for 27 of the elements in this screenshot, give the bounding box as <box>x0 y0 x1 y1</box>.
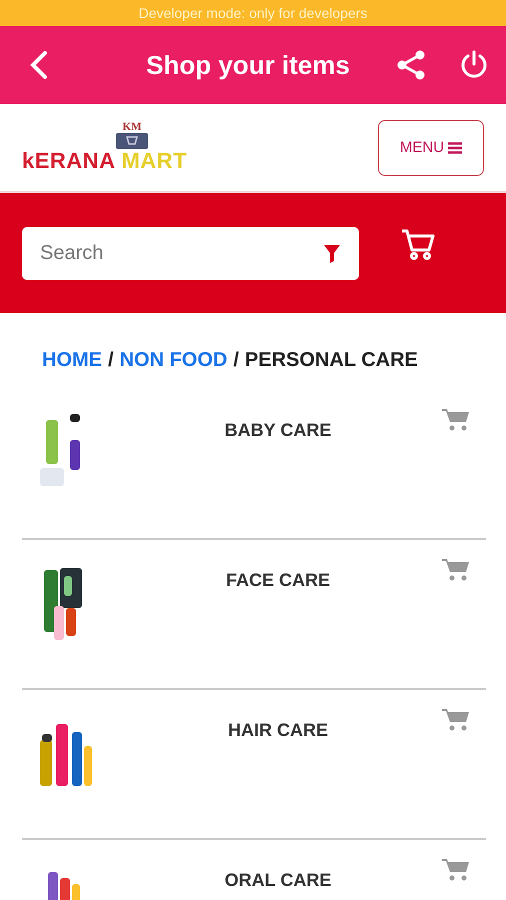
menu-button[interactable]: MENU <box>378 120 484 176</box>
breadcrumb-link[interactable]: HOME <box>42 349 102 390</box>
add-to-cart-icon[interactable] <box>442 708 470 732</box>
breadcrumb-separator: / <box>233 349 239 373</box>
breadcrumb-separator: / <box>108 349 114 373</box>
category-name[interactable]: FACE CARE <box>114 540 442 688</box>
brand-name: kERANA <box>22 149 116 173</box>
breadcrumb-current: PERSONAL CARE <box>244 349 418 373</box>
share-icon[interactable] <box>396 50 426 80</box>
filter-icon[interactable] <box>324 245 340 263</box>
search-field[interactable]: Search <box>22 227 359 280</box>
add-to-cart-icon[interactable] <box>442 558 470 582</box>
brand-name: MART <box>121 149 188 173</box>
add-to-cart-icon[interactable] <box>442 858 470 882</box>
category-name[interactable]: BABY CARE <box>114 390 442 538</box>
basket-icon <box>116 133 148 149</box>
breadcrumb-link[interactable]: NON FOOD <box>120 349 228 390</box>
menu-icon <box>448 142 462 154</box>
power-icon[interactable] <box>460 50 488 80</box>
screen-title: Shop your items <box>145 50 351 80</box>
add-to-cart-icon[interactable] <box>442 408 470 432</box>
logo-mark-letters: KM <box>122 122 142 133</box>
back-icon[interactable] <box>28 50 50 80</box>
cart-icon[interactable] <box>401 229 435 261</box>
category-name[interactable]: HAIR CARE <box>114 690 442 838</box>
developer-mode-text: Developer mode: only for developers <box>138 5 368 21</box>
category-name[interactable]: ORAL CARE <box>114 840 442 900</box>
